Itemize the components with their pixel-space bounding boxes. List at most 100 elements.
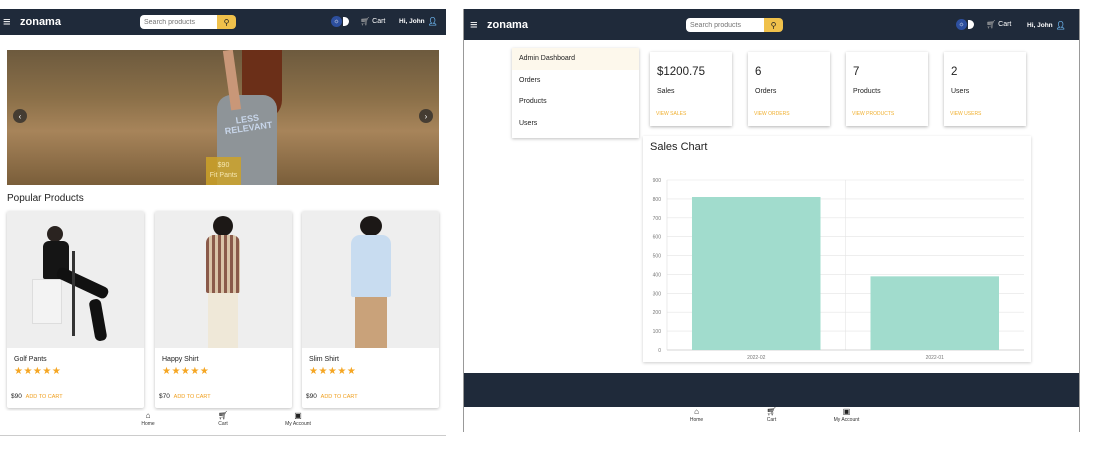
- search-bar: ⚲: [686, 18, 783, 32]
- product-card[interactable]: Slim Shirt ★★★★★ $90 ADD TO CART: [302, 211, 439, 408]
- admin-sidebar: Admin Dashboard Orders Products Users: [512, 48, 639, 138]
- cart-label: Cart: [998, 21, 1012, 28]
- user-icon: 👤︎: [427, 17, 438, 26]
- user-menu[interactable]: Hi, John 👤︎: [1027, 21, 1066, 30]
- account-icon: ▣: [294, 411, 302, 420]
- y-tick-label: 300: [653, 291, 662, 297]
- nav-cart-label: Cart: [218, 421, 228, 427]
- carousel-caption[interactable]: $90 Fit Pants: [206, 157, 241, 185]
- view-users-link[interactable]: VIEW USERS: [950, 111, 981, 117]
- users-stat-card: 2 Users VIEW USERS: [944, 52, 1026, 126]
- app-bar: ≡ zonama ⚲ ☼ 🛒︎Cart Hi, John👤︎: [464, 9, 1079, 40]
- user-greeting: Hi, John: [1027, 22, 1053, 29]
- star-rating: ★★★★★: [309, 366, 357, 377]
- app-bar: ≡ zonama ⚲ ☼ 🛒︎Cart Hi, John👤︎: [0, 9, 446, 35]
- x-tick-label: 2022-01: [926, 355, 945, 361]
- product-price-row: $70 ADD TO CART: [159, 393, 211, 400]
- carousel-caption-label: Fit Pants: [209, 172, 238, 179]
- sales-chart: 0 100 200 300 400 500 600 700 800 900 2022-02 2022-…: [653, 178, 1024, 361]
- nav-home-label: Home: [141, 421, 155, 427]
- sidebar-item-products[interactable]: Products: [512, 91, 639, 113]
- sales-value: $1200.75: [657, 66, 705, 78]
- x-tick-label: 2022-02: [747, 355, 766, 361]
- product-image[interactable]: [7, 211, 144, 348]
- product-price-row: $90 ADD TO CART: [306, 393, 358, 400]
- add-to-cart-button[interactable]: ADD TO CART: [26, 394, 63, 400]
- search-icon[interactable]: ⚲: [764, 18, 783, 32]
- nav-cart[interactable]: 🛒︎ Cart: [186, 411, 261, 433]
- product-name[interactable]: Happy Shirt: [162, 356, 199, 363]
- y-tick-label: 400: [653, 272, 662, 278]
- nav-account-label: My Account: [833, 417, 860, 423]
- cart-link[interactable]: 🛒︎ Cart: [986, 20, 1011, 29]
- sidebar-item-orders[interactable]: Orders: [512, 70, 639, 92]
- moon-icon: [968, 20, 974, 29]
- y-tick-label: 100: [653, 329, 662, 335]
- products-value: 7: [853, 66, 860, 78]
- user-menu[interactable]: Hi, John 👤︎: [399, 17, 438, 26]
- nav-home[interactable]: ⌂ Home: [111, 411, 186, 433]
- menu-icon[interactable]: ≡: [470, 9, 486, 40]
- y-tick-label: 500: [653, 254, 662, 260]
- product-price: $70: [159, 393, 170, 400]
- sun-icon: ☼: [331, 16, 342, 27]
- users-value: 2: [951, 66, 958, 78]
- hero-carousel[interactable]: LESS RELEVANT $90 Fit Pants ‹ ›: [7, 50, 439, 185]
- brand-logo[interactable]: zonama: [487, 19, 528, 31]
- sales-chart-panel: Sales Chart 0 100 200 300 400 500 600 700 800 900…: [643, 136, 1031, 362]
- nav-account[interactable]: ▣ My Account: [261, 411, 336, 433]
- cart-icon: 🛒︎: [360, 17, 371, 26]
- orders-label: Orders: [755, 88, 777, 95]
- y-tick-label: 200: [653, 310, 662, 316]
- storefront-screen: ≡ zonama ⚲ ☼ 🛒︎Cart Hi, John👤︎ LESS RELE…: [0, 9, 446, 436]
- cart-icon: 🛒︎: [217, 411, 229, 420]
- theme-toggle[interactable]: ☼: [956, 19, 974, 30]
- orders-stat-card: 6 Orders VIEW ORDERS: [748, 52, 830, 126]
- search-input[interactable]: [140, 15, 217, 29]
- view-products-link[interactable]: VIEW PRODUCTS: [852, 111, 894, 117]
- star-rating: ★★★★★: [14, 366, 62, 377]
- product-price-row: $90 ADD TO CART: [11, 393, 63, 400]
- sidebar-item-admin-dashboard[interactable]: Admin Dashboard: [512, 48, 639, 70]
- nav-account-label: My Account: [285, 421, 311, 427]
- add-to-cart-button[interactable]: ADD TO CART: [321, 394, 358, 400]
- popular-products-title: Popular Products: [7, 193, 84, 204]
- home-icon: ⌂: [694, 407, 699, 416]
- nav-account[interactable]: ▣ My Account: [809, 407, 884, 429]
- product-name[interactable]: Slim Shirt: [309, 356, 339, 363]
- product-image[interactable]: [302, 211, 439, 348]
- users-label: Users: [951, 88, 970, 95]
- view-orders-link[interactable]: VIEW ORDERS: [754, 111, 790, 117]
- nav-cart[interactable]: 🛒︎ Cart: [734, 407, 809, 429]
- menu-icon[interactable]: ≡: [3, 9, 19, 35]
- sales-stat-card: $1200.75 Sales VIEW SALES: [650, 52, 732, 126]
- user-greeting: Hi, John: [399, 18, 425, 25]
- product-name[interactable]: Golf Pants: [14, 356, 47, 363]
- home-icon: ⌂: [145, 411, 151, 420]
- admin-screen: ≡ zonama ⚲ ☼ 🛒︎Cart Hi, John👤︎ Admin Das…: [463, 9, 1080, 432]
- y-tick-label: 800: [653, 197, 662, 203]
- sun-icon: ☼: [956, 19, 967, 30]
- carousel-next-icon[interactable]: ›: [419, 109, 433, 123]
- cart-link[interactable]: 🛒︎ Cart: [360, 17, 385, 26]
- product-card[interactable]: Happy Shirt ★★★★★ $70 ADD TO CART: [155, 211, 292, 408]
- user-icon: 👤︎: [1055, 21, 1066, 30]
- search-input[interactable]: [686, 18, 764, 32]
- bottom-nav: ⌂ Home 🛒︎ Cart ▣ My Account: [0, 411, 446, 433]
- search-icon[interactable]: ⚲: [217, 15, 236, 29]
- carousel-prev-icon[interactable]: ‹: [13, 109, 27, 123]
- add-to-cart-button[interactable]: ADD TO CART: [174, 394, 211, 400]
- product-card[interactable]: Golf Pants ★★★★★ $90 ADD TO CART: [7, 211, 144, 408]
- carousel-price: $90: [217, 162, 230, 169]
- view-sales-link[interactable]: VIEW SALES: [656, 111, 686, 117]
- orders-value: 6: [755, 66, 762, 78]
- theme-toggle[interactable]: ☼: [331, 16, 349, 27]
- product-image[interactable]: [155, 211, 292, 348]
- nav-home[interactable]: ⌂ Home: [659, 407, 734, 429]
- sidebar-item-users[interactable]: Users: [512, 113, 639, 135]
- nav-cart-label: Cart: [766, 417, 777, 423]
- products-label: Products: [853, 88, 881, 95]
- brand-logo[interactable]: zonama: [20, 16, 61, 28]
- y-tick-label: 700: [653, 216, 662, 222]
- search-bar: ⚲: [140, 15, 236, 29]
